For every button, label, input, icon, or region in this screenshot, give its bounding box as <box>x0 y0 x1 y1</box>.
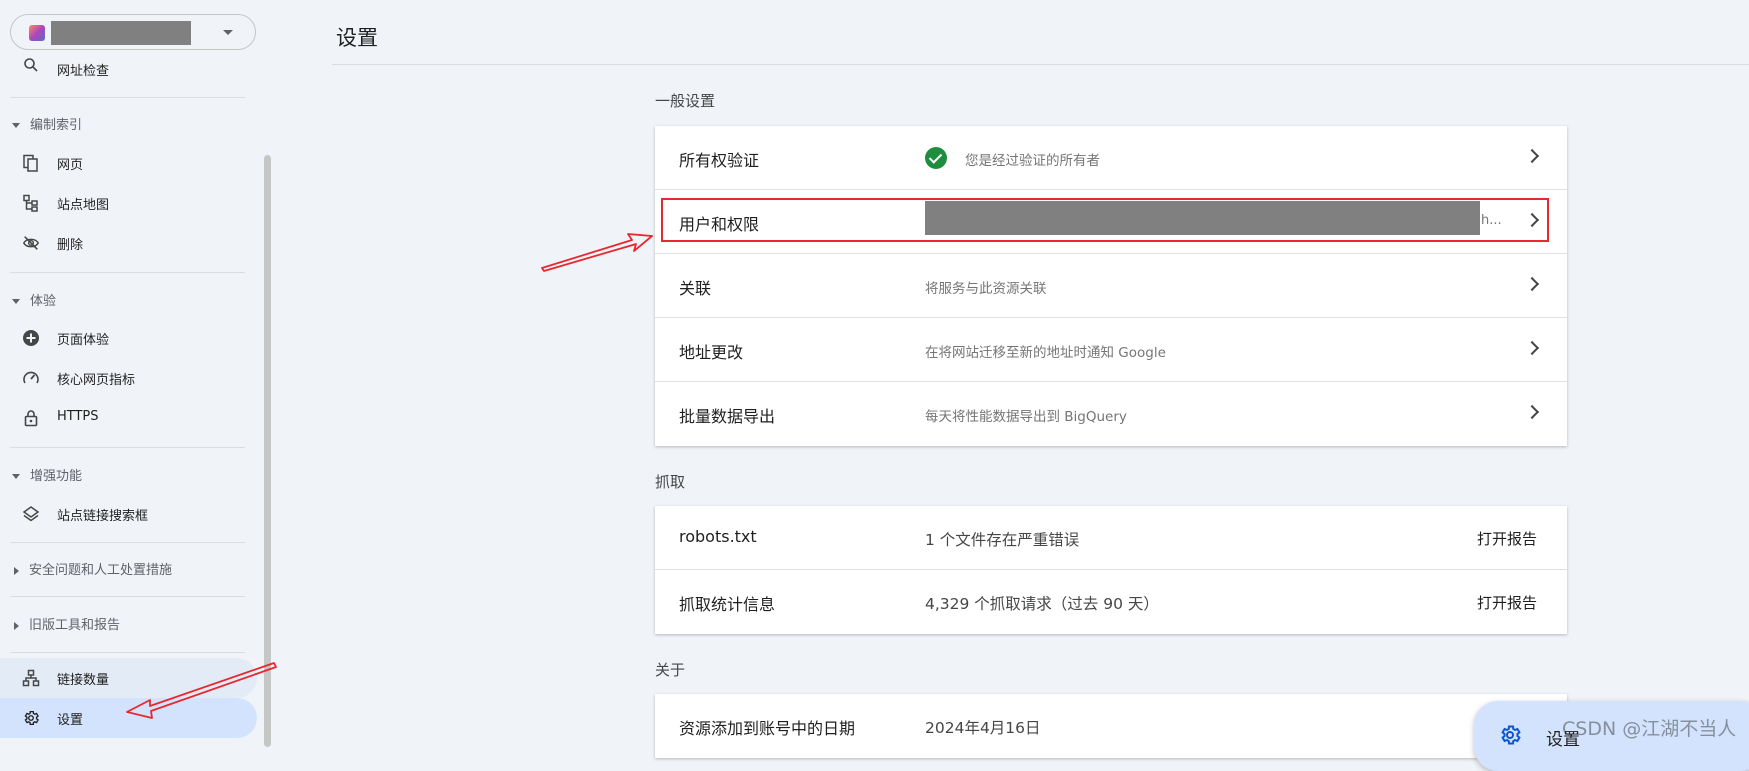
row-bulk-data-export[interactable]: 批量数据导出 每天将性能数据导出到 BigQuery <box>655 382 1567 446</box>
section-label: 旧版工具和报告 <box>29 618 121 633</box>
nav-label: 站点地图 <box>57 198 110 213</box>
section-experience[interactable]: 体验 <box>12 290 56 310</box>
row-users-permissions[interactable]: 用户和权限 h... <box>655 190 1567 254</box>
row-label: robots.txt <box>679 527 757 546</box>
sitemap-icon <box>22 194 40 212</box>
sidebar: 网址检查 编制索引 网页 站点地图 删除 体验 页面体验 核心网页指标 HTTP… <box>0 0 270 747</box>
nav-label: 网页 <box>57 158 84 173</box>
chevron-right-icon <box>1524 340 1540 356</box>
row-date-added: 资源添加到账号中的日期 2024年4月16日 <box>655 694 1567 758</box>
open-report-button[interactable]: 打开报告 <box>1477 528 1537 549</box>
section-legacy[interactable]: 旧版工具和报告 <box>12 614 120 634</box>
layers-icon <box>22 505 40 523</box>
nav-links[interactable]: 链接数量 <box>0 658 257 698</box>
general-settings-title: 一般设置 <box>655 92 716 110</box>
row-value: 将服务与此资源关联 <box>925 281 1047 297</box>
section-label: 安全问题和人工处置措施 <box>29 563 173 578</box>
row-label: 资源添加到账号中的日期 <box>679 719 856 738</box>
property-selector[interactable] <box>10 14 256 50</box>
arrow-to-users-permissions <box>541 233 653 272</box>
chevron-right-icon <box>1524 148 1540 164</box>
section-label: 编制索引 <box>30 118 83 133</box>
gear-icon <box>1498 723 1522 747</box>
property-name-redacted <box>51 21 191 45</box>
crawling-card: robots.txt 1 个文件存在严重错误 打开报告 抓取统计信息 4,329… <box>655 506 1567 634</box>
chevron-down-icon <box>223 30 233 35</box>
nav-label: HTTPS <box>57 409 99 424</box>
divider <box>10 97 245 98</box>
chevron-right-icon <box>1524 404 1540 420</box>
lock-icon <box>22 409 40 427</box>
header-divider <box>332 64 1749 65</box>
nav-https[interactable]: HTTPS <box>0 398 257 438</box>
add-circle-icon <box>22 329 40 347</box>
collapse-icon <box>12 123 20 128</box>
crawling-title: 抓取 <box>655 473 686 491</box>
section-indexing[interactable]: 编制索引 <box>12 114 82 134</box>
row-value: 1 个文件存在严重错误 <box>925 531 1080 549</box>
nav-label: 删除 <box>57 238 84 253</box>
row-value: 2024年4月16日 <box>925 719 1041 737</box>
divider <box>10 652 245 653</box>
row-label: 抓取统计信息 <box>679 595 776 614</box>
row-robots-txt: robots.txt 1 个文件存在严重错误 打开报告 <box>655 506 1567 570</box>
nav-sitemaps[interactable]: 站点地图 <box>0 183 257 223</box>
divider <box>10 542 245 543</box>
expand-icon <box>14 566 19 575</box>
row-ownership-verification[interactable]: 所有权验证 您是经过验证的所有者 <box>655 126 1567 190</box>
section-enhancements[interactable]: 增强功能 <box>12 465 82 485</box>
section-label: 增强功能 <box>30 469 83 484</box>
hierarchy-icon <box>22 669 40 687</box>
nav-label: 页面体验 <box>57 333 110 348</box>
watermark: CSDN @江湖不当人 <box>1562 718 1737 740</box>
row-value: 您是经过验证的所有者 <box>965 153 1100 169</box>
divider <box>10 596 245 597</box>
row-label: 地址更改 <box>679 343 744 362</box>
row-change-of-address[interactable]: 地址更改 在将网站迁移至新的地址时通知 Google <box>655 318 1567 382</box>
nav-label: 站点链接搜索框 <box>57 509 149 524</box>
section-label: 体验 <box>30 294 57 309</box>
nav-label: 网址检查 <box>57 64 110 79</box>
row-crawl-stats: 抓取统计信息 4,329 个抓取请求（过去 90 天） 打开报告 <box>655 570 1567 634</box>
nav-page-experience[interactable]: 页面体验 <box>0 318 257 358</box>
general-settings-card: 所有权验证 您是经过验证的所有者 用户和权限 h... 关联 将服务与此资源关联… <box>655 126 1567 446</box>
row-value: 每天将性能数据导出到 BigQuery <box>925 409 1127 425</box>
nav-settings[interactable]: 设置 <box>0 698 257 738</box>
nav-url-inspection[interactable]: 网址检查 <box>0 50 257 90</box>
gear-icon <box>22 709 40 727</box>
chevron-right-icon <box>1524 276 1540 292</box>
row-label: 所有权验证 <box>679 151 760 170</box>
nav-label: 设置 <box>57 713 84 728</box>
nav-label: 核心网页指标 <box>57 373 136 388</box>
pages-icon <box>22 154 40 172</box>
about-card: 资源添加到账号中的日期 2024年4月16日 <box>655 694 1567 758</box>
collapse-icon <box>12 474 20 479</box>
row-associations[interactable]: 关联 将服务与此资源关联 <box>655 254 1567 318</box>
check-circle-icon <box>925 147 947 169</box>
section-security[interactable]: 安全问题和人工处置措施 <box>12 559 172 579</box>
visibility-off-icon <box>22 234 40 252</box>
nav-pages[interactable]: 网页 <box>0 143 257 183</box>
sidebar-scrollbar[interactable] <box>264 155 271 747</box>
nav-removals[interactable]: 删除 <box>0 223 257 263</box>
open-report-button[interactable]: 打开报告 <box>1477 592 1537 613</box>
row-value: 在将网站迁移至新的地址时通知 Google <box>925 345 1166 361</box>
speed-icon <box>22 369 40 387</box>
divider <box>10 447 245 448</box>
divider <box>10 272 245 273</box>
page-title: 设置 <box>336 26 378 50</box>
nav-label: 链接数量 <box>57 673 110 688</box>
nav-sitelinks-searchbox[interactable]: 站点链接搜索框 <box>0 494 257 534</box>
row-label: 关联 <box>679 279 712 298</box>
nav-core-web-vitals[interactable]: 核心网页指标 <box>0 358 257 398</box>
search-icon <box>22 56 40 74</box>
row-value: 4,329 个抓取请求（过去 90 天） <box>925 595 1159 613</box>
about-title: 关于 <box>655 661 686 679</box>
row-label: 批量数据导出 <box>679 407 776 426</box>
property-logo-icon <box>29 25 45 41</box>
expand-icon <box>14 621 19 630</box>
annotation-highlight-box <box>661 198 1549 242</box>
collapse-icon <box>12 299 20 304</box>
